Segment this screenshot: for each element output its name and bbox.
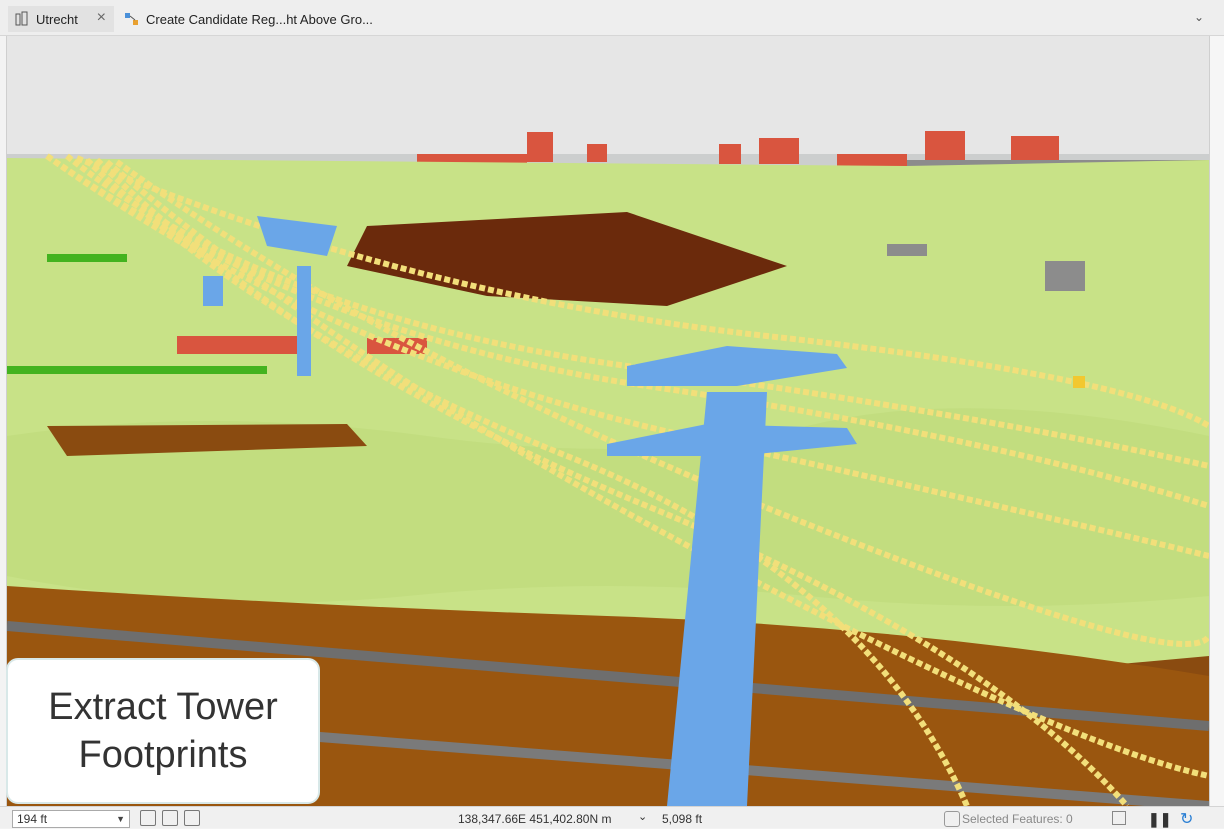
caption-box: Extract Tower Footprints: [6, 658, 320, 804]
selected-features[interactable]: Selected Features: 0: [962, 812, 1073, 826]
tab-model[interactable]: Create Candidate Reg...ht Above Gro...: [118, 6, 418, 32]
model-builder-icon: [124, 11, 140, 27]
scale-select[interactable]: 194 ft ▼: [12, 810, 130, 828]
elevation-readout: 5,098 ft: [662, 812, 703, 826]
constraints-icon[interactable]: [184, 810, 200, 826]
close-icon[interactable]: ×: [97, 10, 106, 26]
tab-utrecht[interactable]: Utrecht ×: [8, 6, 114, 32]
tab-bar: Utrecht × Create Candidate Reg...ht Abov…: [0, 0, 1224, 36]
pause-icon[interactable]: ❚❚: [1148, 811, 1171, 828]
coordinates-readout: 138,347.66E 451,402.80N m: [458, 812, 612, 826]
caption-line2: Footprints: [78, 734, 248, 776]
coordinate-system-dropdown[interactable]: ⌄: [638, 810, 647, 823]
status-bar: 194 ft ▼ 138,347.66E 451,402.80N m ⌄ 5,0…: [0, 806, 1224, 828]
filter-icon[interactable]: [1112, 811, 1126, 825]
scale-value: 194 ft: [17, 812, 48, 826]
chevron-down-icon: ▼: [116, 814, 125, 824]
chevron-down-icon[interactable]: ⌄: [1194, 10, 1204, 24]
caption-line1: Extract Tower: [48, 686, 278, 728]
refresh-icon[interactable]: ↻: [1180, 809, 1193, 829]
tab-utrecht-label: Utrecht: [36, 11, 78, 27]
grid-icon[interactable]: [162, 810, 178, 826]
status-tools: [140, 810, 200, 826]
tab-model-label: Create Candidate Reg...ht Above Gro...: [146, 11, 373, 27]
snapping-icon[interactable]: [140, 810, 156, 826]
map-building-icon: [14, 11, 30, 27]
selection-icon: [944, 811, 960, 827]
right-rail: [1210, 36, 1224, 806]
